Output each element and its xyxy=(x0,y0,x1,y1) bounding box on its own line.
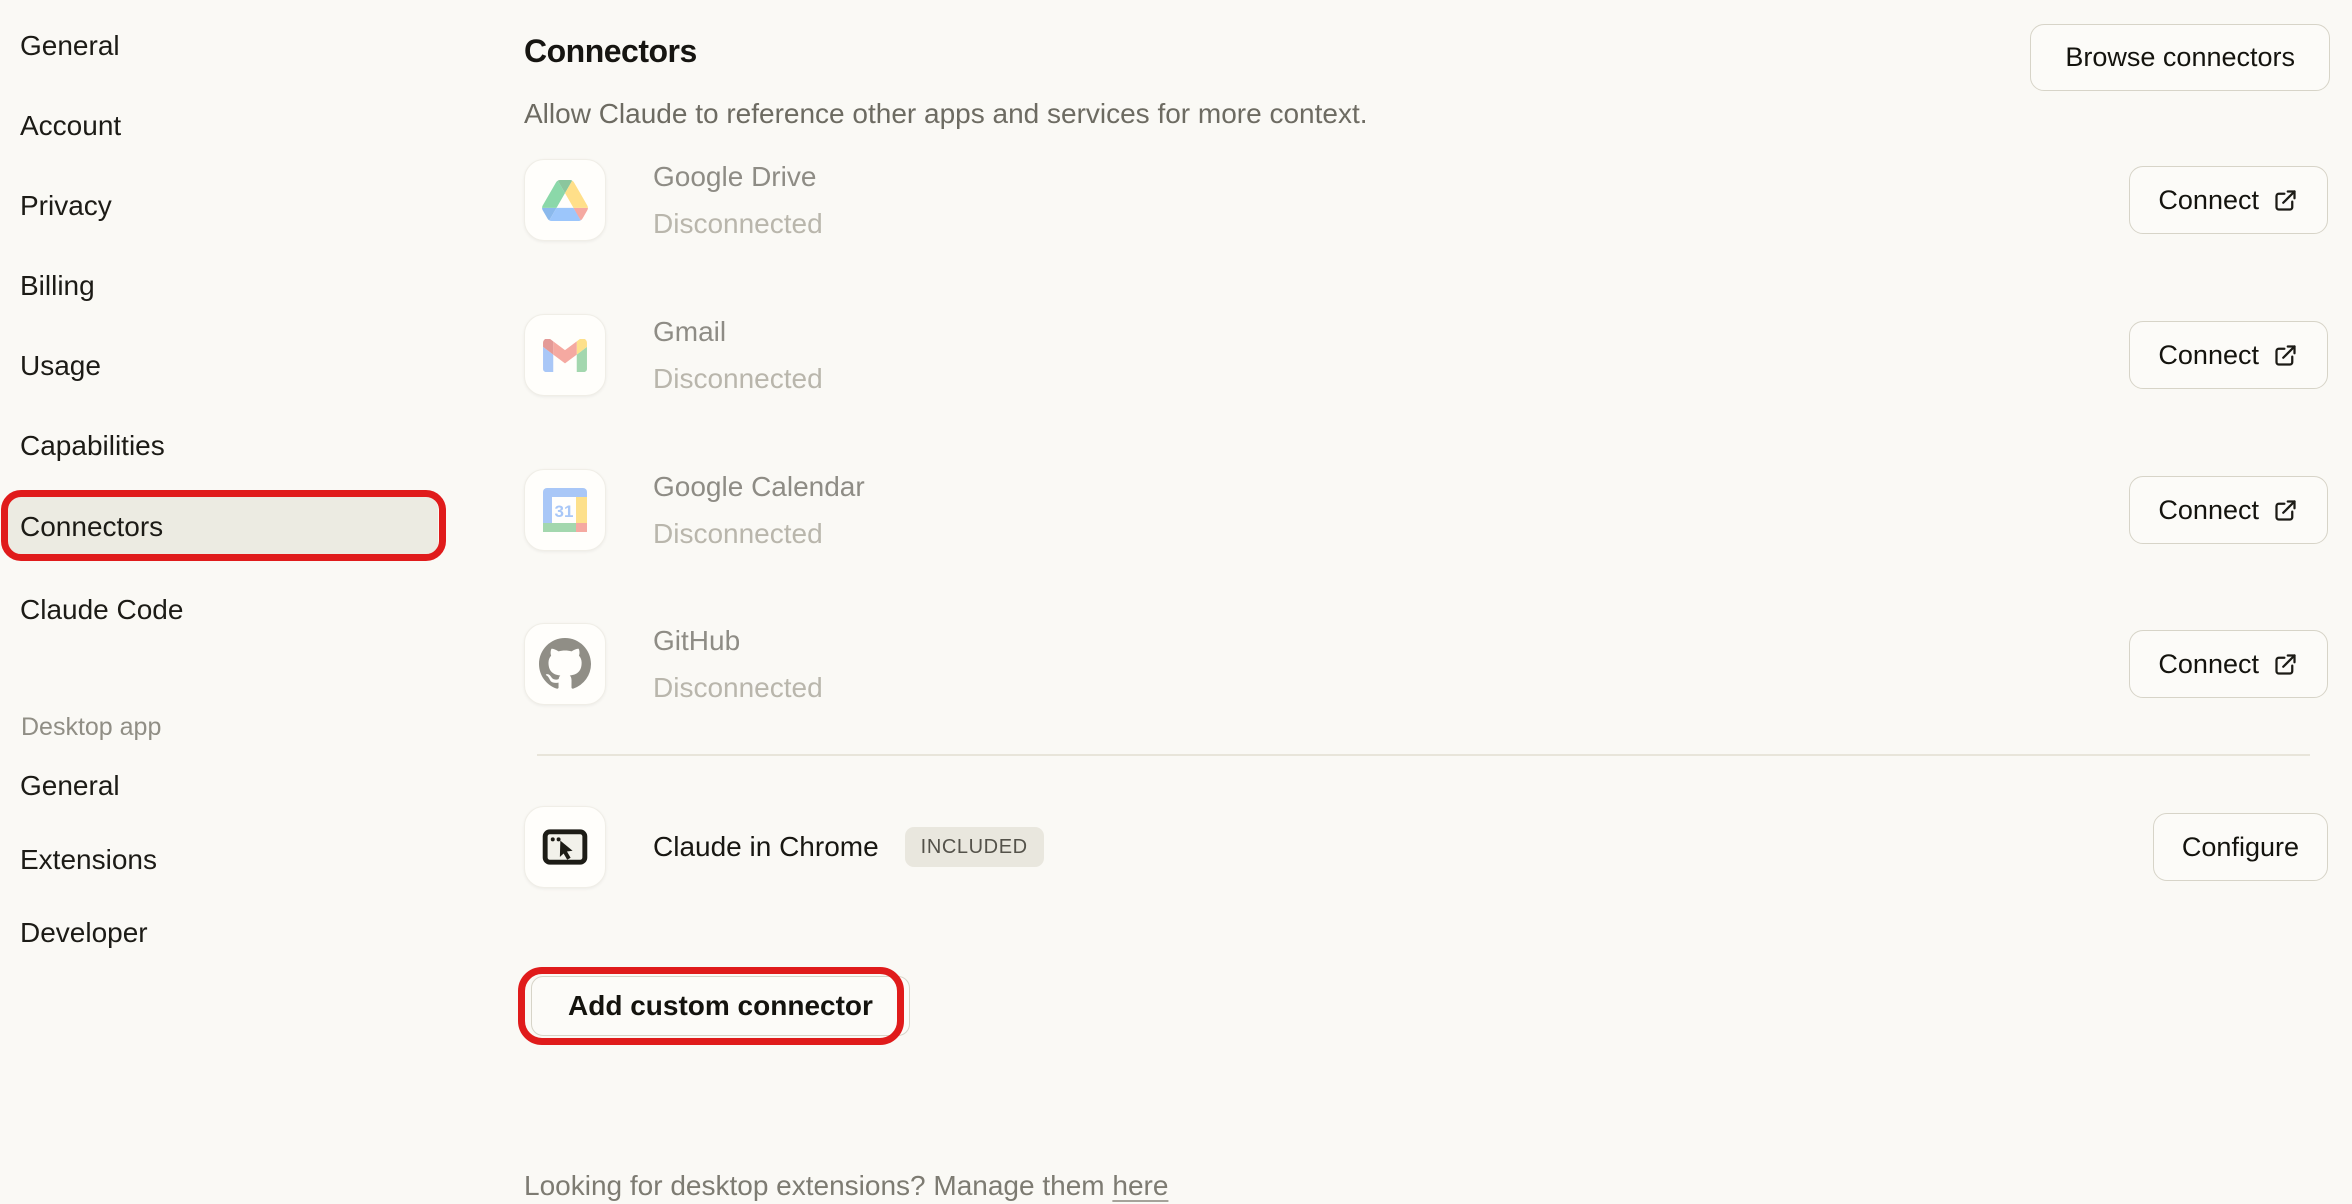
add-custom-connector-button[interactable]: Add custom connector xyxy=(531,976,910,1036)
sidebar-item-claude-code[interactable]: Claude Code xyxy=(20,592,183,628)
configure-button[interactable]: Configure xyxy=(2153,813,2328,881)
connector-row-github: GitHub Disconnected Connect xyxy=(524,622,2328,706)
sidebar-item-account[interactable]: Account xyxy=(20,108,121,144)
svg-text:31: 31 xyxy=(555,502,574,521)
sidebar-item-billing[interactable]: Billing xyxy=(20,268,95,304)
sidebar-item-desktop-developer[interactable]: Developer xyxy=(20,915,148,951)
connect-button-label: Connect xyxy=(2158,185,2259,216)
sidebar-item-desktop-general[interactable]: General xyxy=(20,768,120,804)
claude-in-chrome-icon xyxy=(524,806,606,888)
footer-text: Looking for desktop extensions? Manage t… xyxy=(524,1170,1105,1201)
connector-name: Claude in Chrome xyxy=(653,829,879,865)
connect-button-github[interactable]: Connect xyxy=(2129,630,2328,698)
external-link-icon xyxy=(2272,342,2299,369)
connector-row-google-drive: Google Drive Disconnected Connect xyxy=(524,158,2328,242)
connect-button-label: Connect xyxy=(2158,495,2259,526)
section-divider xyxy=(537,754,2310,756)
connector-status: Disconnected xyxy=(653,206,823,242)
sidebar-item-usage[interactable]: Usage xyxy=(20,348,101,384)
connect-button-gmail[interactable]: Connect xyxy=(2129,321,2328,389)
manage-here-link[interactable]: here xyxy=(1112,1170,1168,1201)
connector-name: Gmail xyxy=(653,314,823,350)
desktop-extensions-note: Looking for desktop extensions? Manage t… xyxy=(524,1168,1168,1204)
included-badge: INCLUDED xyxy=(905,827,1044,867)
page-title: Connectors xyxy=(524,33,697,70)
connector-meta: Claude in Chrome INCLUDED xyxy=(653,827,1044,867)
connect-button-label: Connect xyxy=(2158,649,2259,680)
connector-meta: GitHub Disconnected xyxy=(653,623,823,706)
connector-meta: Google Calendar Disconnected xyxy=(653,469,865,552)
connector-row-google-calendar: 31 Google Calendar Disconnected Connect xyxy=(524,468,2328,552)
sidebar-item-desktop-extensions[interactable]: Extensions xyxy=(20,842,157,878)
connect-button-google-drive[interactable]: Connect xyxy=(2129,166,2328,234)
connector-name: Google Drive xyxy=(653,159,823,195)
sidebar-item-capabilities[interactable]: Capabilities xyxy=(20,428,165,464)
sidebar-section-desktop-app: Desktop app xyxy=(21,712,161,742)
connector-meta: Google Drive Disconnected xyxy=(653,159,823,242)
external-link-icon xyxy=(2272,651,2299,678)
google-drive-icon xyxy=(524,159,606,241)
browse-connectors-button[interactable]: Browse connectors xyxy=(2030,24,2330,91)
connector-name: Google Calendar xyxy=(653,469,865,505)
page-description: Allow Claude to reference other apps and… xyxy=(524,96,1368,132)
google-calendar-icon: 31 xyxy=(524,469,606,551)
external-link-icon xyxy=(2272,497,2299,524)
connector-status: Disconnected xyxy=(653,670,823,706)
github-icon xyxy=(524,623,606,705)
connector-meta: Gmail Disconnected xyxy=(653,314,823,397)
sidebar-item-connectors[interactable]: Connectors xyxy=(8,497,438,556)
connector-name: GitHub xyxy=(653,623,823,659)
connector-row-gmail: Gmail Disconnected Connect xyxy=(524,313,2328,397)
sidebar-item-label: Connectors xyxy=(20,511,163,543)
connector-row-claude-in-chrome: Claude in Chrome INCLUDED Configure xyxy=(524,805,2328,889)
connector-status: Disconnected xyxy=(653,361,823,397)
connect-button-google-calendar[interactable]: Connect xyxy=(2129,476,2328,544)
external-link-icon xyxy=(2272,187,2299,214)
sidebar-item-general[interactable]: General xyxy=(20,28,120,64)
connector-status: Disconnected xyxy=(653,516,865,552)
connect-button-label: Connect xyxy=(2158,340,2259,371)
sidebar-item-privacy[interactable]: Privacy xyxy=(20,188,112,224)
gmail-icon xyxy=(524,314,606,396)
